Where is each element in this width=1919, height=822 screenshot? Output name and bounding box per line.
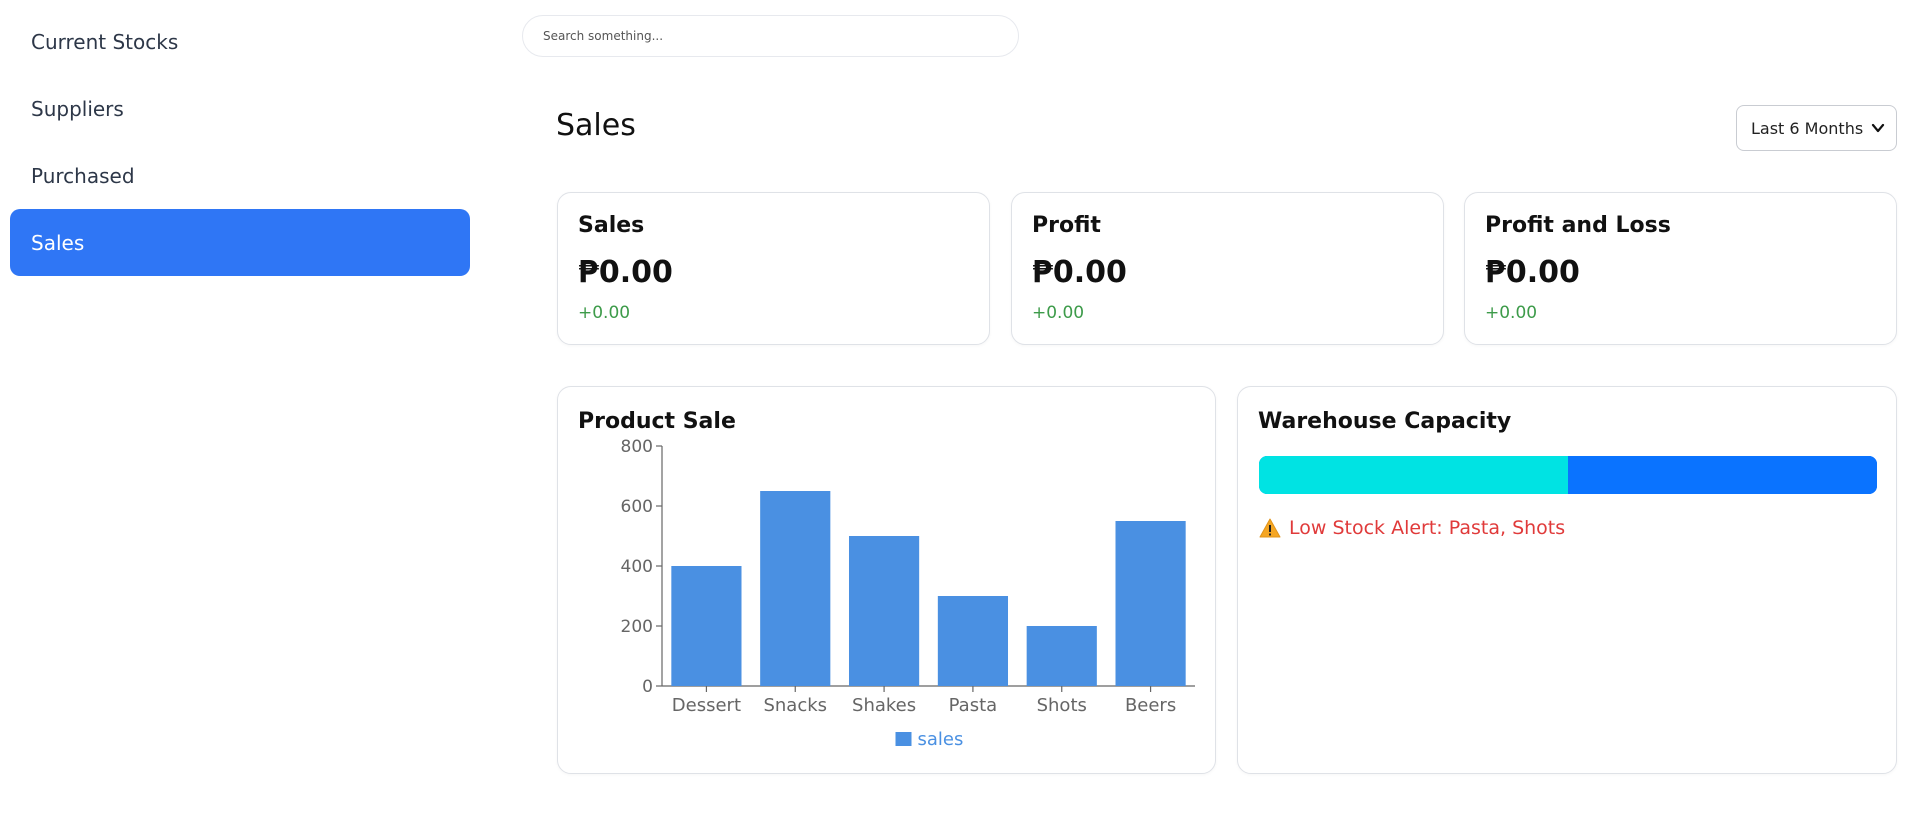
bar-dessert bbox=[671, 566, 742, 686]
y-tick-label: 600 bbox=[621, 497, 653, 517]
profit-and-loss-stat-card: Profit and Loss ₱0.00 +0.00 bbox=[1464, 192, 1897, 345]
y-tick-label: 200 bbox=[621, 617, 653, 637]
capacity-bar bbox=[1259, 456, 1877, 494]
low-stock-alert-text: Low Stock Alert: Pasta, Shots bbox=[1289, 517, 1566, 539]
bar-pasta bbox=[937, 596, 1009, 686]
warehouse-title: Warehouse Capacity bbox=[1258, 409, 1512, 434]
y-tick-label: 800 bbox=[621, 437, 653, 457]
sidebar-item-label: Current Stocks bbox=[31, 29, 179, 54]
page-title: Sales bbox=[556, 108, 636, 143]
stat-delta: +0.00 bbox=[1485, 303, 1538, 323]
x-tick-label: Beers bbox=[1125, 695, 1176, 716]
stat-value: ₱0.00 bbox=[1032, 255, 1127, 290]
sidebar-item-label: Suppliers bbox=[31, 96, 124, 121]
warehouse-capacity-card: Warehouse Capacity Low Stock Alert: Past… bbox=[1237, 386, 1897, 774]
x-tick-label: Shakes bbox=[852, 695, 916, 716]
stat-label: Profit bbox=[1032, 213, 1101, 238]
stat-value: ₱0.00 bbox=[1485, 255, 1580, 290]
stat-label: Profit and Loss bbox=[1485, 213, 1671, 238]
bar-shakes bbox=[848, 536, 920, 686]
legend-label: sales bbox=[918, 729, 964, 750]
stat-delta: +0.00 bbox=[1032, 303, 1085, 323]
search-input[interactable] bbox=[522, 15, 1019, 57]
bar-shots bbox=[1026, 626, 1097, 686]
x-tick-label: Dessert bbox=[672, 695, 741, 716]
range-select[interactable]: Last 6 Months bbox=[1736, 105, 1897, 151]
sidebar: Current Stocks Suppliers Purchased Sales bbox=[0, 0, 478, 822]
capacity-used-segment bbox=[1259, 456, 1568, 494]
legend-swatch bbox=[895, 732, 912, 746]
sidebar-item-suppliers[interactable]: Suppliers bbox=[10, 75, 470, 142]
low-stock-alert: Low Stock Alert: Pasta, Shots bbox=[1259, 517, 1565, 539]
sidebar-item-label: Purchased bbox=[31, 163, 135, 188]
sidebar-item-sales[interactable]: Sales bbox=[10, 209, 470, 276]
y-tick-label: 400 bbox=[621, 557, 653, 577]
profit-stat-card: Profit ₱0.00 +0.00 bbox=[1011, 192, 1444, 345]
stat-value: ₱0.00 bbox=[578, 255, 673, 290]
sidebar-item-current-stocks[interactable]: Current Stocks bbox=[10, 8, 470, 75]
chevron-down-icon bbox=[1871, 123, 1885, 133]
capacity-free-segment bbox=[1568, 456, 1877, 494]
x-tick-label: Snacks bbox=[763, 695, 827, 716]
range-select-value: Last 6 Months bbox=[1751, 118, 1864, 138]
sidebar-item-purchased[interactable]: Purchased bbox=[10, 142, 470, 209]
product-sale-chart: 0 200 400 600 800 Dessert Snacks Shakes Pasta Sho… bbox=[621, 437, 1195, 750]
bar-beers bbox=[1115, 521, 1186, 686]
x-tick-label: Shots bbox=[1037, 695, 1087, 716]
sales-stat-card: Sales ₱0.00 +0.00 bbox=[557, 192, 990, 345]
stat-delta: +0.00 bbox=[578, 303, 631, 323]
stat-label: Sales bbox=[578, 213, 645, 238]
product-sale-card: Product Sale 0 200 400 600 800 Dessert Snacks S… bbox=[557, 386, 1216, 774]
bar-snacks bbox=[760, 491, 831, 686]
warning-icon bbox=[1259, 518, 1281, 538]
x-tick-label: Pasta bbox=[949, 695, 998, 716]
y-tick-label: 0 bbox=[642, 677, 653, 697]
sidebar-item-label: Sales bbox=[31, 230, 85, 255]
